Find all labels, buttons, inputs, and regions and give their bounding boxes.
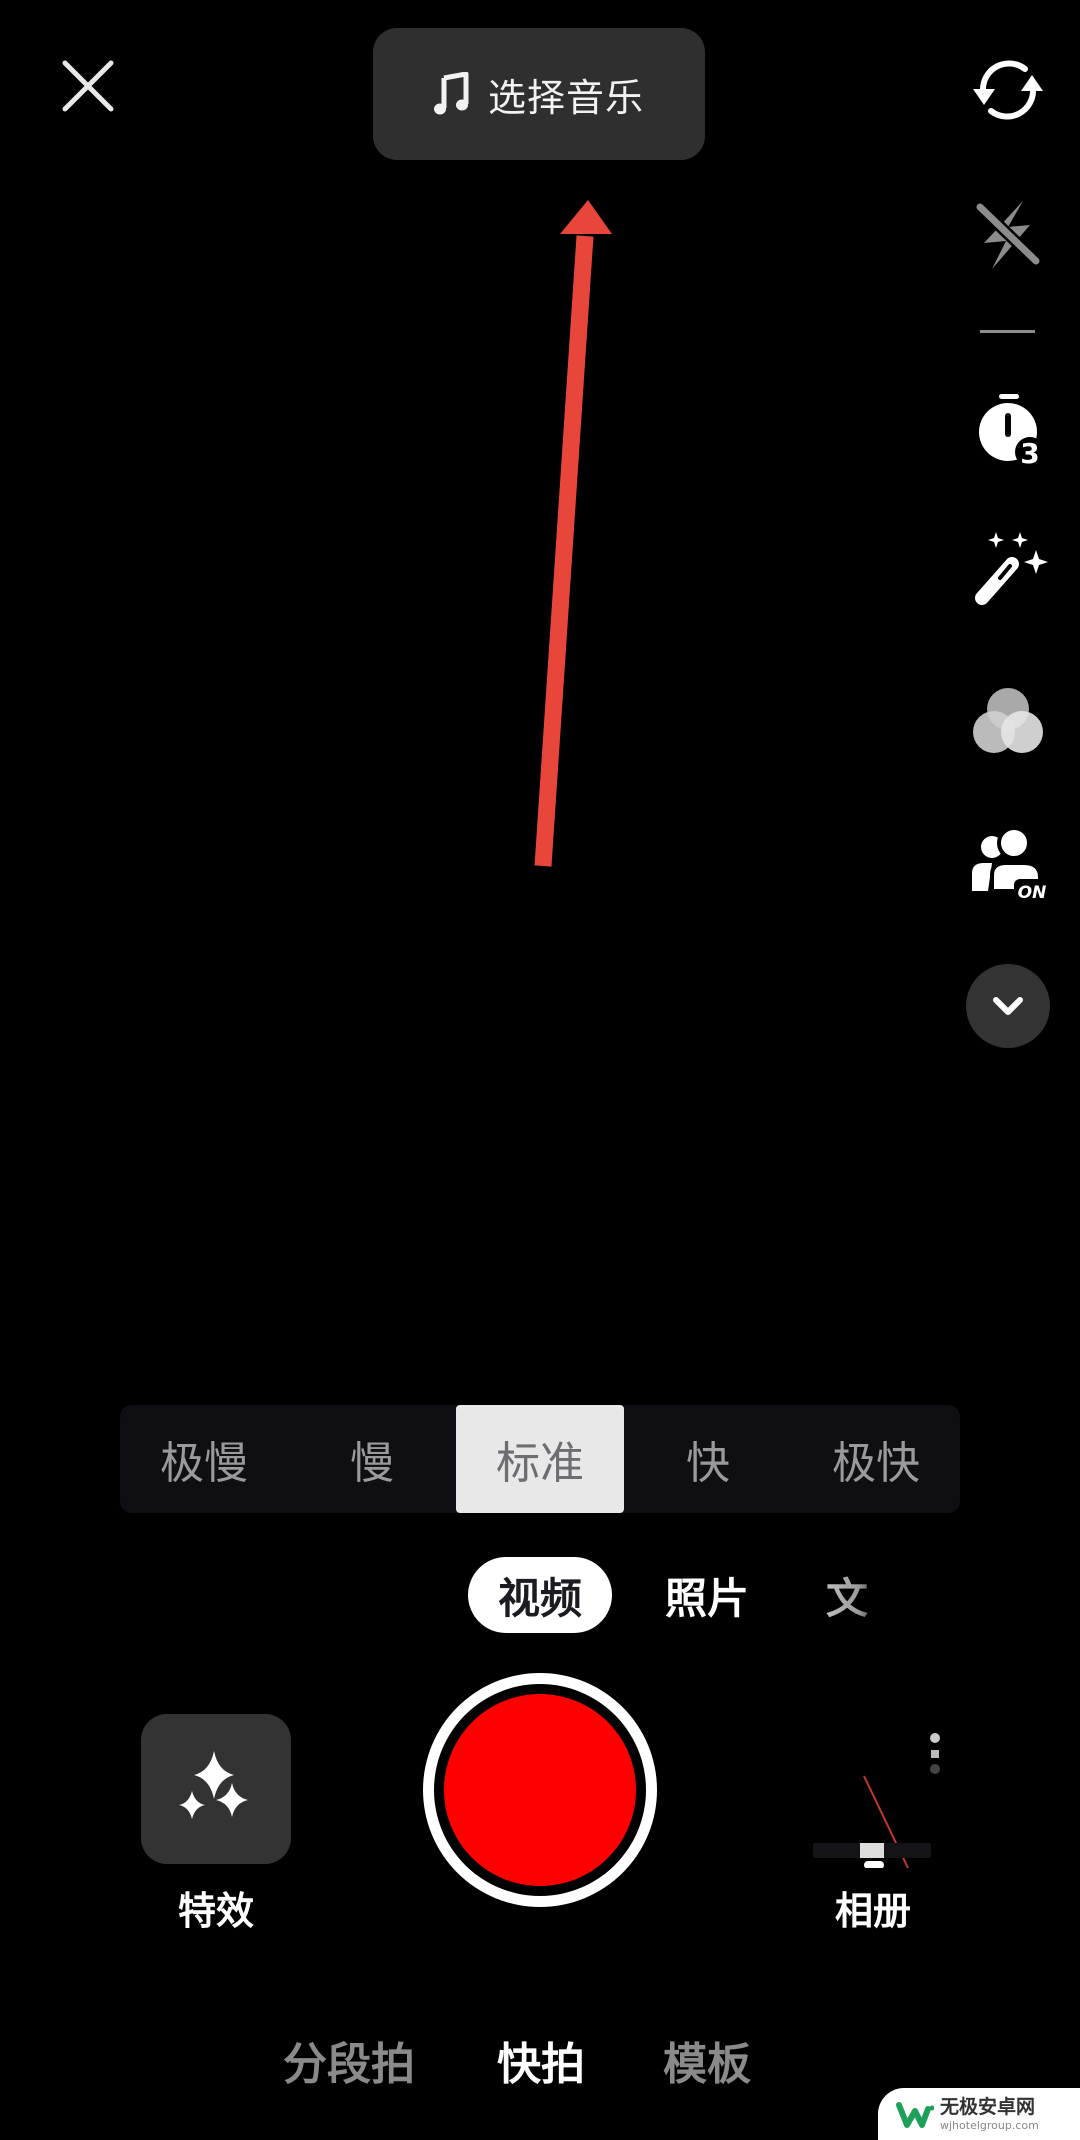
flip-camera-button[interactable] xyxy=(963,45,1053,135)
flash-toggle[interactable] xyxy=(963,190,1053,280)
annotation-arrow-shaft xyxy=(534,235,594,867)
filter-circles-icon xyxy=(973,688,1043,753)
effects-button[interactable] xyxy=(141,1714,291,1864)
mode-tab-video[interactable]: 视频 xyxy=(468,1557,612,1633)
thumb-more-icon xyxy=(930,1764,940,1774)
beautify-button[interactable] xyxy=(963,525,1053,615)
timer-button[interactable]: 3 xyxy=(963,385,1053,475)
users-icon: ON xyxy=(972,826,1050,903)
timer-badge: 3 xyxy=(1020,437,1039,470)
close-icon xyxy=(62,60,114,112)
thumb-speed-selected xyxy=(860,1843,884,1858)
bottom-tab-segmented[interactable]: 分段拍 xyxy=(283,2028,415,2092)
watermark-url: wjhotelgroup.com xyxy=(940,2118,1039,2132)
album-label: 相册 xyxy=(834,1889,911,1933)
flip-camera-icon xyxy=(973,60,1043,120)
speed-option-slow[interactable]: 慢 xyxy=(288,1405,456,1513)
watermark-logo-icon xyxy=(896,2102,934,2128)
speed-option-standard[interactable]: 标准 xyxy=(456,1405,624,1513)
record-button[interactable] xyxy=(423,1673,657,1907)
record-button-core xyxy=(444,1694,636,1886)
bottom-tab-quick-shot[interactable]: 快拍 xyxy=(497,2028,585,2092)
select-music-button[interactable]: 选择音乐 xyxy=(373,28,705,160)
speed-option-very-fast[interactable]: 极快 xyxy=(792,1405,960,1513)
record-button-ring xyxy=(434,1684,646,1896)
multi-person-badge: ON xyxy=(1018,883,1047,903)
mode-tab-photo[interactable]: 照片 xyxy=(652,1557,762,1633)
capture-mode-tabs: 视频 照片 文 xyxy=(0,1557,1080,1633)
filters-button[interactable] xyxy=(963,676,1053,766)
close-button[interactable] xyxy=(58,56,118,116)
timer-icon: 3 xyxy=(979,394,1045,470)
chevron-down-icon xyxy=(993,997,1023,1015)
bottom-tab-template[interactable]: 模板 xyxy=(663,2028,751,2092)
speed-selector: 极慢 慢 标准 快 极快 xyxy=(120,1405,960,1513)
watermark: 无极安卓网 wjhotelgroup.com xyxy=(878,2088,1080,2140)
speed-option-very-slow[interactable]: 极慢 xyxy=(120,1405,288,1513)
mode-tab-text[interactable]: 文 xyxy=(826,1557,886,1633)
more-options-button[interactable] xyxy=(966,964,1050,1048)
thumb-filter-icon xyxy=(930,1733,940,1743)
magic-wand-icon xyxy=(975,532,1048,605)
multi-person-button[interactable]: ON xyxy=(963,820,1053,910)
annotation-arrow-head xyxy=(560,200,612,234)
rail-divider xyxy=(980,330,1035,333)
speed-option-fast[interactable]: 快 xyxy=(624,1405,792,1513)
album-button[interactable] xyxy=(798,1718,948,1869)
effects-label: 特效 xyxy=(177,1889,254,1933)
thumb-users-icon xyxy=(931,1750,939,1758)
album-thumbnail xyxy=(798,1718,948,1869)
sparkles-icon xyxy=(179,1751,248,1819)
music-note-icon xyxy=(433,72,469,115)
thumb-mode-pill xyxy=(864,1861,884,1869)
select-music-label: 选择音乐 xyxy=(487,75,644,120)
watermark-title: 无极安卓网 xyxy=(940,2095,1036,2118)
flash-off-icon xyxy=(974,201,1042,269)
